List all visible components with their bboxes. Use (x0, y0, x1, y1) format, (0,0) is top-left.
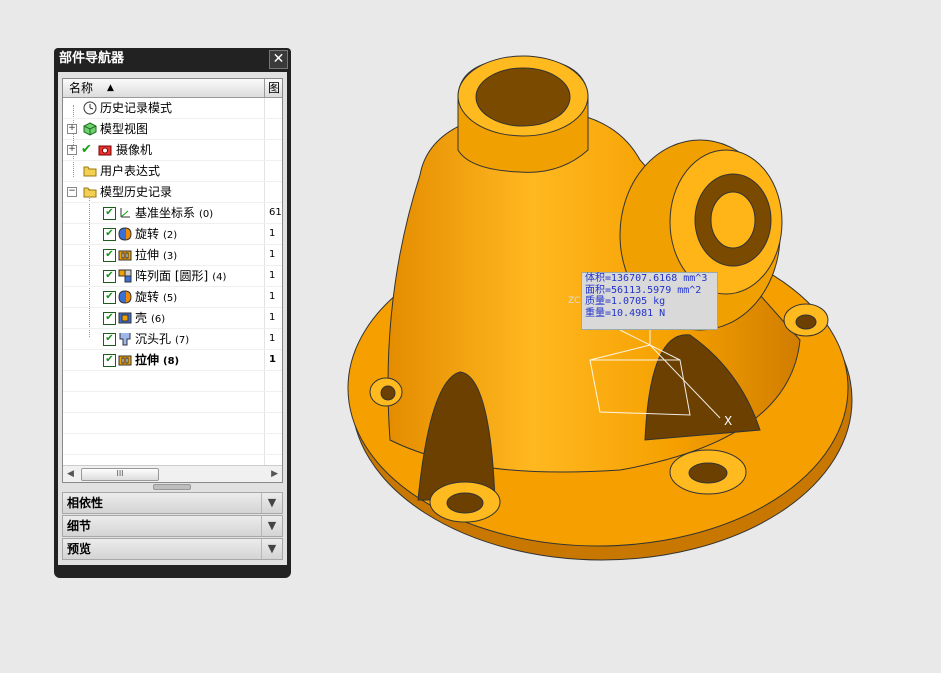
visibility-checkbox[interactable]: ✔ (103, 270, 116, 283)
checkmark-icon: ✔ (81, 142, 92, 157)
tree-node-value: 1 (264, 350, 282, 370)
model-view-icon (83, 122, 97, 136)
tree-node-label: 壳 (6) (135, 311, 166, 325)
extrude-icon (118, 353, 132, 367)
tree-node-label: 旋转 (2) (135, 227, 178, 241)
area-value: 面积=56113.5979 mm^2 (585, 284, 702, 296)
clock-icon (83, 101, 97, 115)
tree-empty-row (63, 371, 282, 392)
tree-node-value: 1 (264, 287, 282, 307)
extrude-icon (118, 248, 132, 262)
chevron-down-icon[interactable]: ▼ (261, 493, 282, 513)
weight-value: 重量=10.4981 N (585, 307, 666, 319)
feature-tree[interactable]: 名称 ▲ 图 历史记录模式 + 模型视图 + ✔ 摄像机 用户表达式 − 模型历… (62, 78, 283, 483)
tree-node-label: 用户表达式 (100, 164, 161, 178)
tree-node-label: 拉伸 (3) (135, 248, 178, 262)
tree-node-label: 摄像机 (116, 143, 153, 157)
section-preview[interactable]: 预览 ▼ (62, 538, 283, 560)
shell-icon (118, 311, 132, 325)
visibility-checkbox[interactable]: ✔ (103, 228, 116, 241)
collapse-icon[interactable]: − (67, 187, 77, 197)
camera-icon (98, 143, 112, 157)
tree-node-label: 沉头孔 (7) (135, 332, 190, 346)
panel-title: 部件导航器 (59, 51, 125, 66)
tree-node-label: 拉伸 (8) (135, 353, 180, 367)
tree-node-model-history[interactable]: − 模型历史记录 (63, 182, 282, 203)
section-dependencies[interactable]: 相依性 ▼ (62, 492, 283, 514)
revolve-icon (118, 227, 132, 241)
visibility-checkbox[interactable]: ✔ (103, 207, 116, 220)
tree-empty-row (63, 434, 282, 455)
tree-node-shell[interactable]: ✔ 壳 (6) 1 (63, 308, 282, 329)
tree-node-value (264, 182, 282, 202)
tree-node-value: 1 (264, 329, 282, 349)
axis-z-label: ZC (568, 296, 580, 306)
tree-node-extrude[interactable]: ✔ 拉伸 (3) 1 (63, 245, 282, 266)
panel-body: 名称 ▲ 图 历史记录模式 + 模型视图 + ✔ 摄像机 用户表达式 − 模型历… (58, 72, 287, 565)
tree-empty-row (63, 413, 282, 434)
folder-open-icon (83, 185, 97, 199)
axis-x-label: X (724, 414, 732, 428)
tree-node-datum-csys[interactable]: ✔ 基准坐标系 (0) 61 (63, 203, 282, 224)
measure-info-box: 体积=136707.6168 mm^3 面积=56113.5979 mm^2 质… (581, 272, 718, 330)
tree-node-value (264, 98, 282, 118)
tree-node-value: 1 (264, 224, 282, 244)
counterbore-hole-icon (118, 332, 132, 346)
column-header-2[interactable]: 图 (264, 79, 282, 97)
section-label: 预览 (67, 542, 92, 556)
scroll-right-icon[interactable]: ▶ (271, 469, 278, 479)
section-details[interactable]: 细节 ▼ (62, 515, 283, 537)
column-header-name[interactable]: 名称 (69, 79, 93, 97)
visibility-checkbox[interactable]: ✔ (103, 249, 116, 262)
tree-node-label: 阵列面 [圆形] (4) (135, 269, 227, 283)
tree-node-revolve[interactable]: ✔ 旋转 (5) 1 (63, 287, 282, 308)
tree-node-label: 历史记录模式 (100, 101, 173, 115)
visibility-checkbox[interactable]: ✔ (103, 333, 116, 346)
section-label: 相依性 (67, 496, 104, 510)
tree-node-history-mode[interactable]: 历史记录模式 (63, 98, 282, 119)
pane-splitter[interactable] (153, 484, 191, 490)
tree-node-label: 模型视图 (100, 122, 149, 136)
tree-node-label: 基准坐标系 (0) (135, 206, 214, 220)
tree-node-value: 61 (264, 203, 282, 223)
visibility-checkbox[interactable]: ✔ (103, 291, 116, 304)
tree-empty-row (63, 392, 282, 413)
visibility-checkbox[interactable]: ✔ (103, 312, 116, 325)
tree-header: 名称 ▲ 图 (63, 79, 282, 98)
tree-node-extrude-current[interactable]: ✔ 拉伸 (8) 1 (63, 350, 282, 371)
mass-value: 质量=1.0705 kg (585, 296, 666, 307)
close-button[interactable]: ✕ (269, 50, 288, 69)
tree-rows: 历史记录模式 + 模型视图 + ✔ 摄像机 用户表达式 − 模型历史记录 ✔ 基… (63, 98, 282, 476)
volume-value: 体积=136707.6168 mm^3 (585, 273, 708, 284)
scroll-left-icon[interactable]: ◀ (67, 469, 74, 479)
pattern-face-icon (118, 269, 132, 283)
scroll-thumb[interactable]: III (81, 468, 159, 481)
chevron-down-icon[interactable]: ▼ (261, 539, 282, 559)
tree-node-label: 旋转 (5) (135, 290, 178, 304)
tree-node-counterbore-hole[interactable]: ✔ 沉头孔 (7) 1 (63, 329, 282, 350)
tree-node-value: 1 (264, 308, 282, 328)
folder-icon (83, 164, 97, 178)
tree-node-value: 1 (264, 266, 282, 286)
tree-node-value: 1 (264, 245, 282, 265)
revolve-icon (118, 290, 132, 304)
tree-node-pattern-face[interactable]: ✔ 阵列面 [圆形] (4) 1 (63, 266, 282, 287)
chevron-down-icon[interactable]: ▼ (261, 516, 282, 536)
tree-node-value (264, 140, 282, 160)
expand-icon[interactable]: + (67, 124, 77, 134)
tree-node-revolve[interactable]: ✔ 旋转 (2) 1 (63, 224, 282, 245)
horizontal-scrollbar[interactable]: ◀ III ▶ (63, 465, 282, 482)
tree-node-label: 模型历史记录 (100, 185, 173, 199)
visibility-checkbox[interactable]: ✔ (103, 354, 116, 367)
sort-ascending-icon[interactable]: ▲ (107, 79, 114, 97)
tree-node-model-views[interactable]: + 模型视图 (63, 119, 282, 140)
part-navigator-panel: 部件导航器 ✕ 名称 ▲ 图 历史记录模式 + 模型视图 + ✔ 摄像机 用户表… (54, 48, 291, 578)
datum-csys-icon (118, 206, 132, 220)
tree-node-camera[interactable]: + ✔ 摄像机 (63, 140, 282, 161)
tree-node-value (264, 161, 282, 181)
section-label: 细节 (67, 519, 92, 533)
expand-icon[interactable]: + (67, 145, 77, 155)
tree-node-value (264, 119, 282, 139)
tree-node-user-expressions[interactable]: 用户表达式 (63, 161, 282, 182)
